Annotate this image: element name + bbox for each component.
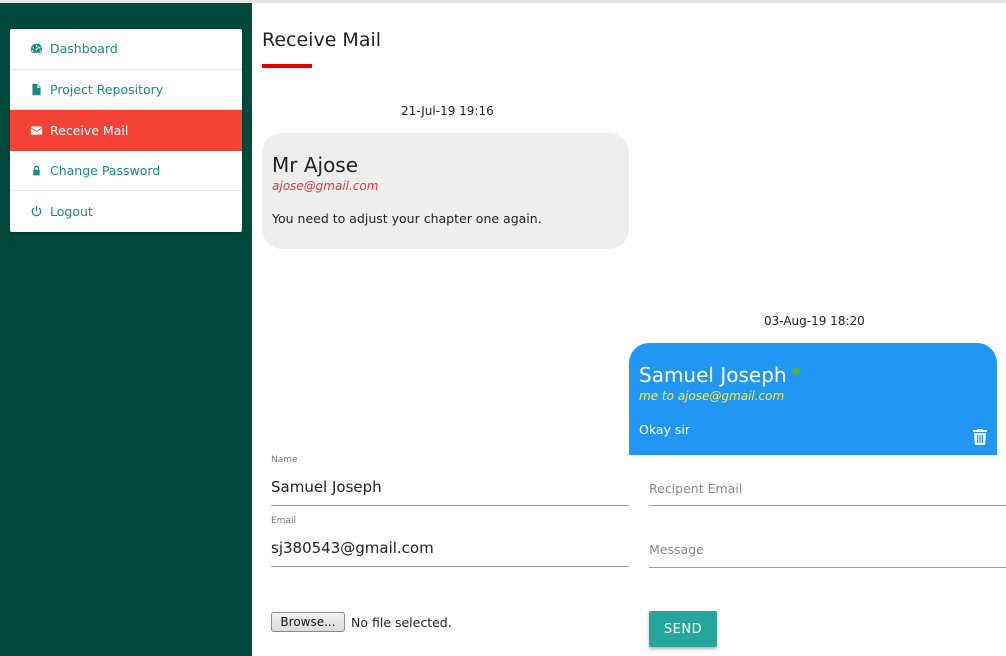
sent-message-bubble: Samuel Joseph me to ajose@gmail.com Okay… — [629, 343, 997, 455]
message-field-underline — [649, 567, 1006, 568]
sidebar-item-label: Receive Mail — [50, 122, 129, 138]
name-field-underline — [271, 505, 629, 506]
sidebar-menu: Dashboard Project Repository Receive Mai… — [10, 29, 242, 232]
message-sender: Samuel Joseph — [639, 363, 800, 387]
message-sender-name: Samuel Joseph — [639, 363, 787, 387]
sidebar-item-logout[interactable]: Logout — [10, 191, 242, 232]
message-timestamp: 03-Aug-19 18:20 — [764, 314, 865, 328]
email-field[interactable]: sj380543@gmail.com — [271, 539, 434, 557]
message-text: You need to adjust your chapter one agai… — [272, 211, 542, 226]
received-message-bubble: Mr Ajose ajose@gmail.com You need to adj… — [262, 133, 629, 249]
message-timestamp: 21-Jul-19 19:16 — [401, 104, 494, 118]
send-button[interactable]: SEND — [649, 611, 717, 647]
page-title: Receive Mail — [262, 29, 382, 51]
sidebar-item-label: Project Repository — [50, 81, 164, 97]
sidebar-item-label: Dashboard — [50, 41, 118, 57]
message-address: ajose@gmail.com — [272, 179, 379, 193]
main-content: Receive Mail 21-Jul-19 19:16 Mr Ajose aj… — [252, 3, 1006, 656]
trash-icon[interactable] — [973, 429, 987, 445]
message-sender: Mr Ajose — [272, 153, 359, 177]
recipient-email-field[interactable]: Recipent Email — [649, 481, 742, 496]
lock-icon — [29, 163, 43, 177]
file-status: No file selected. — [351, 615, 452, 630]
sidebar-item-dashboard[interactable]: Dashboard — [10, 29, 242, 70]
dashboard-icon — [29, 42, 43, 56]
power-icon — [29, 204, 43, 218]
message-address: me to ajose@gmail.com — [639, 389, 785, 403]
recipient-field-underline — [649, 505, 1006, 506]
email-field-underline — [271, 566, 629, 567]
name-field[interactable]: Samuel Joseph — [271, 478, 382, 496]
message-field[interactable]: Message — [649, 542, 704, 557]
message-text: Okay sir — [639, 422, 691, 437]
sidebar-item-project-repository[interactable]: Project Repository — [10, 70, 242, 110]
browse-button[interactable]: Browse... — [271, 612, 345, 632]
file-icon — [29, 82, 43, 96]
title-underline — [262, 64, 312, 68]
name-label: Name — [271, 455, 298, 465]
sidebar-item-label: Logout — [50, 203, 93, 219]
sidebar: Dashboard Project Repository Receive Mai… — [0, 3, 252, 656]
sidebar-item-receive-mail[interactable]: Receive Mail — [10, 110, 242, 151]
online-status-dot — [791, 367, 800, 375]
sidebar-item-change-password[interactable]: Change Password — [10, 151, 242, 191]
sidebar-item-label: Change Password — [50, 162, 161, 178]
envelope-icon — [29, 123, 43, 137]
email-label: Email — [271, 516, 296, 526]
